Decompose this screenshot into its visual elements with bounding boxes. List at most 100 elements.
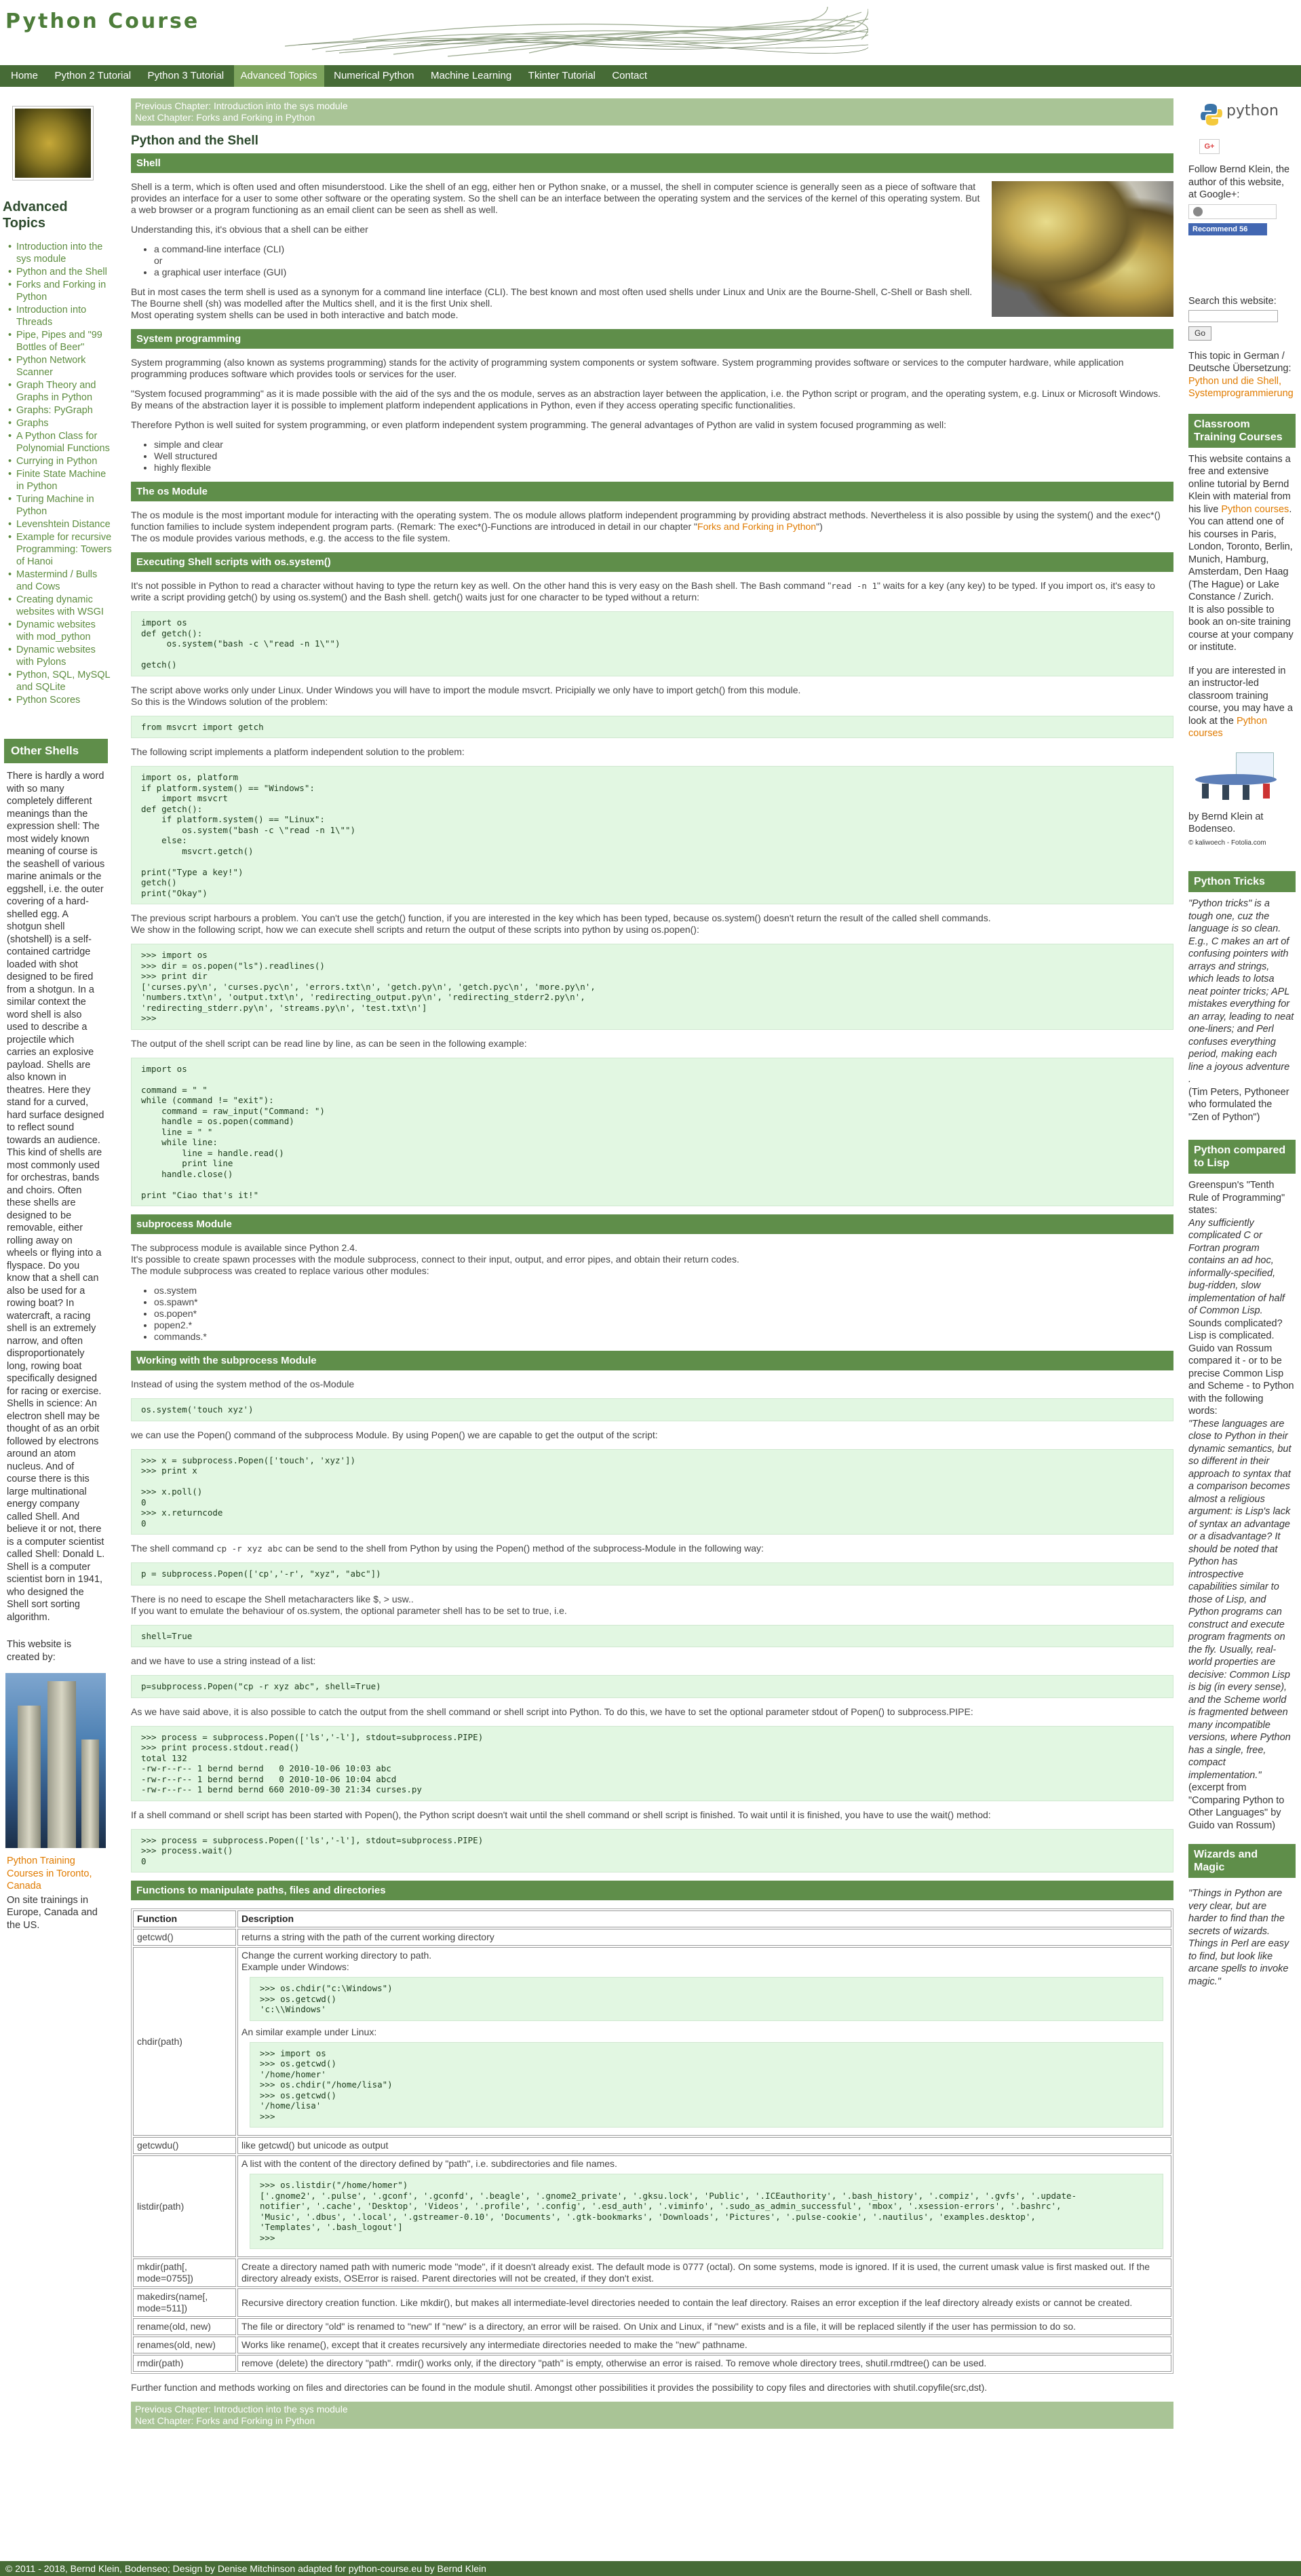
- list-item: Well structured: [154, 450, 1173, 462]
- training-link[interactable]: Python Training Courses in Toronto, Cana…: [7, 1855, 105, 1893]
- sidebar-item[interactable]: Turing Machine in Python: [7, 493, 112, 518]
- sidebar-item[interactable]: Levenshtein Distance: [7, 518, 112, 531]
- function-name: renames(old, new): [133, 2337, 236, 2353]
- nav-machine-learning[interactable]: Machine Learning: [424, 65, 518, 87]
- paragraph-text: The shell command: [131, 1543, 217, 1554]
- facebook-recommend-button[interactable]: Recommend 56: [1188, 223, 1267, 235]
- german-text: This topic in German / Deutsche Übersetz…: [1188, 350, 1292, 374]
- code-block: from msvcrt import getch: [131, 715, 1173, 738]
- search-input[interactable]: [1188, 310, 1278, 322]
- other-shells-text: There is hardly a word with so many comp…: [7, 771, 105, 1623]
- sidebar-item[interactable]: Creating dynamic websites with WSGI: [7, 594, 112, 618]
- sidebar-item[interactable]: Python Network Scanner: [7, 354, 112, 379]
- sidebar-item[interactable]: Graph Theory and Graphs in Python: [7, 379, 112, 404]
- sidebar-item[interactable]: Introduction into Threads: [7, 304, 112, 328]
- main-nav: Home Python 2 Tutorial Python 3 Tutorial…: [0, 65, 1301, 87]
- paragraph: The previous script harbours a problem. …: [131, 912, 991, 923]
- paragraph: we can use the Popen() command of the su…: [131, 1429, 658, 1440]
- classroom-text-2: . You can attend one of his courses in P…: [1188, 503, 1293, 603]
- sidebar-item[interactable]: Mastermind / Bulls and Cows: [7, 569, 112, 593]
- list-item: simple and clear: [154, 439, 1173, 450]
- google-plus-button[interactable]: G+: [1199, 139, 1220, 154]
- footer: © 2011 - 2018, Bernd Klein, Bodenseo; De…: [0, 2561, 1301, 2576]
- code-block: >>> import os >>> os.getcwd() '/home/hom…: [250, 2041, 1163, 2128]
- description-text: A list with the content of the directory…: [241, 2158, 617, 2169]
- sidebar-item[interactable]: Example for recursive Programming: Tower…: [7, 531, 112, 568]
- sidebar-item[interactable]: Graphs: [7, 417, 112, 429]
- section-heading-executing-shell: Executing Shell scripts with os.system(): [131, 552, 1173, 572]
- section-heading-subprocess: subprocess Module: [131, 1214, 1173, 1234]
- forks-link[interactable]: Forks and Forking in Python: [697, 521, 816, 532]
- sidebar-item[interactable]: Python, SQL, MySQL and SQLite: [7, 669, 112, 693]
- prev-chapter-link[interactable]: Previous Chapter: Introduction into the …: [135, 2404, 1169, 2415]
- function-description: Works like rename(), except that it crea…: [237, 2337, 1171, 2353]
- function-name: rmdir(path): [133, 2355, 236, 2372]
- python-logo[interactable]: python: [1199, 101, 1287, 130]
- section-heading-system-programming: System programming: [131, 329, 1173, 349]
- code-block: >>> process = subprocess.Popen(['ls','-l…: [131, 1828, 1173, 1872]
- paragraph: As we have said above, it is also possib…: [131, 1706, 973, 1717]
- function-name: getcwdu(): [133, 2137, 236, 2154]
- paragraph: The following script implements a platfo…: [131, 746, 465, 757]
- inline-code: read -n 1: [831, 581, 878, 591]
- section-heading-shell: Shell: [131, 153, 1173, 173]
- sidebar-item[interactable]: Python and the Shell: [7, 266, 112, 278]
- python-courses-link[interactable]: Python courses: [1221, 504, 1289, 515]
- shells-photo: [992, 181, 1173, 317]
- lisp-quote: Any sufficiently complicated C or Fortra…: [1188, 1217, 1285, 1317]
- paragraph: The os module provides various methods, …: [131, 533, 450, 543]
- nav-home[interactable]: Home: [4, 65, 45, 87]
- sidebar-item[interactable]: Pipe, Pipes and "99 Bottles of Beer": [7, 329, 112, 353]
- next-chapter-link[interactable]: Next Chapter: Forks and Forking in Pytho…: [135, 2415, 1169, 2427]
- paragraph: Further function and methods working on …: [131, 2382, 988, 2393]
- table-row: rename(old, new) The file or directory "…: [133, 2318, 1171, 2335]
- paragraph: It's not possible in Python to read a ch…: [131, 580, 1173, 603]
- classroom-by: by Bernd Klein at Bodenseo.: [1188, 811, 1264, 835]
- toronto-towers-image[interactable]: [5, 1673, 106, 1848]
- nav-contact[interactable]: Contact: [605, 65, 654, 87]
- grass-banner-image: [285, 6, 868, 57]
- german-link[interactable]: Python und die Shell, Systemprogrammieru…: [1188, 376, 1294, 400]
- paragraph-text: The os module is the most important modu…: [131, 510, 1161, 532]
- site-logo[interactable]: Python Course: [5, 9, 199, 33]
- section-heading-os-module: The os Module: [131, 482, 1173, 501]
- paragraph: The os module is the most important modu…: [131, 510, 1173, 533]
- code-block: import os def getch(): os.system("bash -…: [131, 611, 1173, 676]
- sidebar-item[interactable]: Forks and Forking in Python: [7, 279, 112, 303]
- table-row: getcwd() returns a string with the path …: [133, 1929, 1171, 1946]
- paragraph: There is no need to escape the Shell met…: [131, 1593, 414, 1604]
- python-tricks-attribution: (Tim Peters, Pythoneer who formulated th…: [1188, 1086, 1289, 1123]
- replaced-modules-list: os.system os.spawn* os.popen* popen2.* c…: [154, 1285, 1173, 1343]
- prev-chapter-link[interactable]: Previous Chapter: Introduction into the …: [135, 100, 1169, 112]
- google-follow-widget[interactable]: [1188, 204, 1277, 219]
- description-text: Example under Windows:: [241, 1961, 349, 1972]
- sidebar-item[interactable]: Finite State Machine in Python: [7, 468, 112, 493]
- wizards-quote: "Things in Python are very clear, but ar…: [1188, 1888, 1289, 1987]
- sidebar-item[interactable]: Graphs: PyGraph: [7, 404, 112, 417]
- column-header: Function: [133, 1910, 236, 1927]
- search-go-button[interactable]: Go: [1188, 326, 1212, 341]
- nav-python2[interactable]: Python 2 Tutorial: [47, 65, 138, 87]
- header: Python Course: [0, 0, 1301, 65]
- sidebar-item[interactable]: Dynamic websites with Pylons: [7, 644, 112, 668]
- sidebar-item[interactable]: Dynamic websites with mod_python: [7, 619, 112, 643]
- nav-tkinter[interactable]: Tkinter Tutorial: [522, 65, 602, 87]
- sidebar-item[interactable]: Python Scores: [7, 694, 112, 706]
- classroom-training-title: Classroom Training Courses: [1188, 413, 1296, 448]
- function-description: remove (delete) the directory "path". rm…: [237, 2355, 1171, 2372]
- function-description: Create a directory named path with numer…: [237, 2258, 1171, 2287]
- list-item: os.popen*: [154, 1308, 1173, 1320]
- sidebar-item[interactable]: Currying in Python: [7, 455, 112, 467]
- nav-numerical-python[interactable]: Numerical Python: [327, 65, 421, 87]
- nav-advanced-topics[interactable]: Advanced Topics: [233, 65, 324, 87]
- paragraph: The subprocess module is available since…: [131, 1242, 357, 1253]
- lisp-mid-text: Sounds complicated? Lisp is complicated.…: [1188, 1318, 1294, 1417]
- next-chapter-link[interactable]: Next Chapter: Forks and Forking in Pytho…: [135, 112, 1169, 123]
- python-lisp-title: Python compared to Lisp: [1188, 1140, 1296, 1174]
- sidebar-item[interactable]: A Python Class for Polynomial Functions: [7, 430, 112, 455]
- sidebar-item[interactable]: Introduction into the sys module: [7, 241, 112, 265]
- avatar: [1193, 206, 1203, 216]
- german-translation: This topic in German / Deutsche Übersetz…: [1188, 350, 1294, 400]
- code-block: shell=True: [131, 1624, 1173, 1647]
- nav-python3[interactable]: Python 3 Tutorial: [141, 65, 231, 87]
